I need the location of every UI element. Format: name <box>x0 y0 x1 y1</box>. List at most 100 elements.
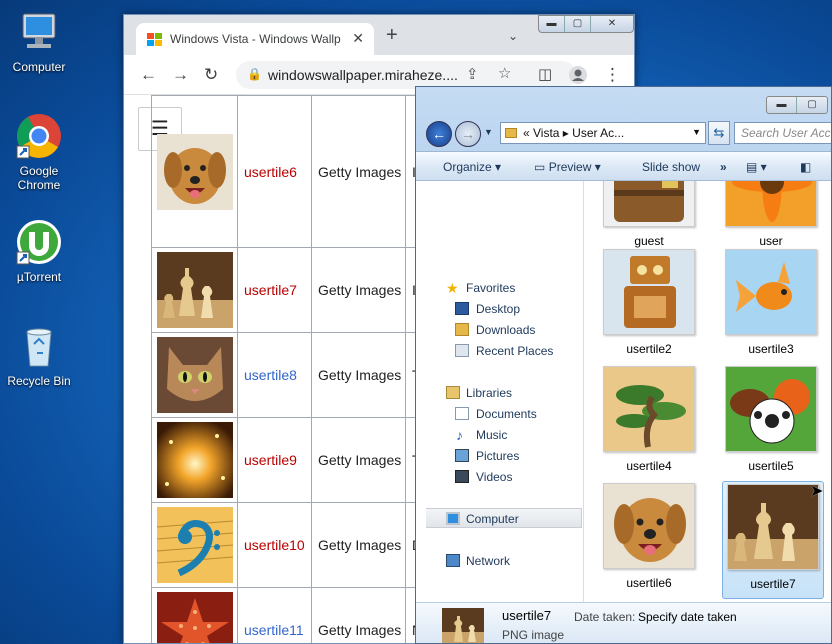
recent-pages-chevron-icon[interactable]: ▼ <box>484 127 493 137</box>
file-tile-usertile6[interactable]: usertile6 <box>594 483 704 590</box>
thumbnail-cell <box>151 502 238 588</box>
address-bar[interactable]: 🔒 windowswallpaper.miraheze.... <box>236 61 576 89</box>
address-dropdown-icon[interactable]: ▼ <box>692 127 701 137</box>
source-cell: Getty Images <box>311 502 406 588</box>
file-link[interactable]: usertile8 <box>244 367 297 383</box>
sparkle-thumbnail[interactable] <box>156 422 233 498</box>
bass-clef-thumbnail[interactable] <box>156 507 233 583</box>
minimize-icon[interactable]: ▬ <box>539 16 565 32</box>
documents-icon <box>455 407 469 420</box>
videos-icon <box>455 470 469 483</box>
name-cell: usertile10 <box>237 502 312 588</box>
recent-places-icon <box>455 344 469 357</box>
maximize-icon[interactable]: ▢ <box>797 97 827 113</box>
side-panel-icon[interactable]: ◫ <box>538 65 552 85</box>
browser-tab[interactable]: Windows Vista - Windows Wallp ✕ <box>136 23 374 55</box>
refresh-icon[interactable]: ⇆ <box>708 121 730 145</box>
desktop-icon-chrome[interactable]: Google Chrome <box>3 112 75 192</box>
kitten-thumbnail[interactable] <box>156 337 233 413</box>
file-link[interactable]: usertile7 <box>244 282 297 298</box>
details-date-value[interactable]: Specify date taken <box>638 610 737 624</box>
forward-arrow-icon[interactable]: → <box>172 65 189 85</box>
table-row: usertile7 Getty Images Ic <box>151 247 436 333</box>
chrome-icon <box>15 112 63 160</box>
table-row: usertile11 Getty Images N <box>151 587 436 644</box>
file-tile-guest[interactable]: guest <box>594 181 704 248</box>
file-tile-user[interactable]: user <box>716 181 826 248</box>
name-cell: usertile9 <box>237 417 312 503</box>
chess-thumbnail[interactable] <box>156 252 233 328</box>
desktop-icon-recycle-bin[interactable]: Recycle Bin <box>3 322 75 388</box>
file-tile-usertile5[interactable]: usertile5 <box>716 366 826 473</box>
preview-pane-icon[interactable]: ◧ <box>800 160 811 174</box>
slideshow-button[interactable]: Slide show <box>642 160 700 174</box>
nav-computer[interactable]: Computer <box>426 508 582 528</box>
file-link[interactable]: usertile11 <box>244 622 304 638</box>
music-note-icon: ♪ <box>456 427 463 443</box>
dog-thumbnail[interactable] <box>156 133 233 210</box>
utorrent-icon <box>15 218 63 266</box>
star-icon[interactable]: ☆ <box>498 64 511 82</box>
back-arrow-icon[interactable]: ← <box>140 65 157 85</box>
table-row: usertile6 Getty Images Ic <box>151 95 436 248</box>
network-icon <box>446 554 460 567</box>
nav-pictures[interactable]: Pictures <box>416 446 584 466</box>
name-cell: usertile7 <box>237 247 312 333</box>
source-cell: Getty Images <box>311 247 406 333</box>
explorer-window: ▬ ▢ ← → ▼ « Vista ▸ User Ac... ▼ ⇆ Searc… <box>415 86 832 644</box>
file-tile-usertile2[interactable]: usertile2 <box>594 249 704 356</box>
file-link[interactable]: usertile9 <box>244 452 297 468</box>
lock-icon: 🔒 <box>247 67 262 81</box>
menu-kebab-icon[interactable]: ⋮ <box>604 65 621 85</box>
close-tab-icon[interactable]: ✕ <box>352 30 364 47</box>
source-cell: Getty Images <box>311 417 406 503</box>
nav-music[interactable]: ♪ Music <box>416 425 584 445</box>
change-view-icon[interactable]: ▤ ▾ <box>746 160 767 174</box>
folder-icon <box>505 128 517 138</box>
sports-balls-image <box>725 366 818 453</box>
address-bar[interactable]: « Vista ▸ User Ac... ▼ <box>500 122 706 144</box>
file-tile-usertile7[interactable]: usertile7 <box>722 481 824 599</box>
minimize-icon[interactable]: ▬ <box>767 97 797 113</box>
bonsai-image <box>603 366 696 453</box>
recycle-bin-icon <box>15 322 63 370</box>
file-tile-usertile4[interactable]: usertile4 <box>594 366 704 473</box>
search-input[interactable]: Search User Acco... <box>734 122 831 144</box>
new-tab-icon[interactable]: + <box>386 25 398 45</box>
nav-libraries[interactable]: Libraries <box>416 383 584 403</box>
close-icon[interactable]: ✕ <box>591 16 633 32</box>
share-icon[interactable]: ⇪ <box>466 65 479 83</box>
selected-file-thumbnail <box>442 608 484 643</box>
desktop-icon-label: Recycle Bin <box>7 374 71 388</box>
computer-icon <box>15 8 63 56</box>
table-row: usertile9 Getty Images To <box>151 417 436 503</box>
back-arrow-icon[interactable]: ← <box>426 121 452 147</box>
file-link[interactable]: usertile10 <box>244 537 305 553</box>
file-tile-usertile3[interactable]: usertile3 <box>716 249 826 356</box>
goldfish-image <box>725 249 818 336</box>
nav-downloads[interactable]: Downloads <box>416 320 584 340</box>
desktop-icon-utorrent[interactable]: µTorrent <box>3 218 75 284</box>
star-icon: ★ <box>446 280 459 296</box>
chevron-down-icon[interactable]: ⌄ <box>508 29 518 43</box>
nav-documents[interactable]: Documents <box>416 404 584 424</box>
preview-button[interactable]: ▭ Preview ▾ <box>534 160 601 174</box>
tab-title: Windows Vista - Windows Wallp <box>170 32 341 46</box>
explorer-window-controls: ▬ ▢ <box>766 96 828 114</box>
nav-desktop[interactable]: Desktop <box>416 299 584 319</box>
nav-videos[interactable]: Videos <box>416 467 584 487</box>
thumbnail-cell <box>151 332 238 418</box>
forward-arrow-icon[interactable]: → <box>455 121 481 147</box>
desktop-icon-computer[interactable]: Computer <box>3 8 75 74</box>
maximize-icon[interactable]: ▢ <box>565 16 591 32</box>
nav-network[interactable]: Network <box>416 551 584 571</box>
reload-icon[interactable]: ↻ <box>204 65 218 85</box>
guest-image <box>603 181 696 228</box>
name-cell: usertile6 <box>237 95 312 248</box>
nav-recent-places[interactable]: Recent Places <box>416 341 584 361</box>
nav-favorites[interactable]: ★ Favorites <box>416 278 584 298</box>
more-commands-button[interactable]: » <box>720 160 727 174</box>
starfish-thumbnail[interactable] <box>156 592 233 644</box>
organize-button[interactable]: Organize ▾ <box>443 160 501 174</box>
file-link[interactable]: usertile6 <box>244 164 297 180</box>
